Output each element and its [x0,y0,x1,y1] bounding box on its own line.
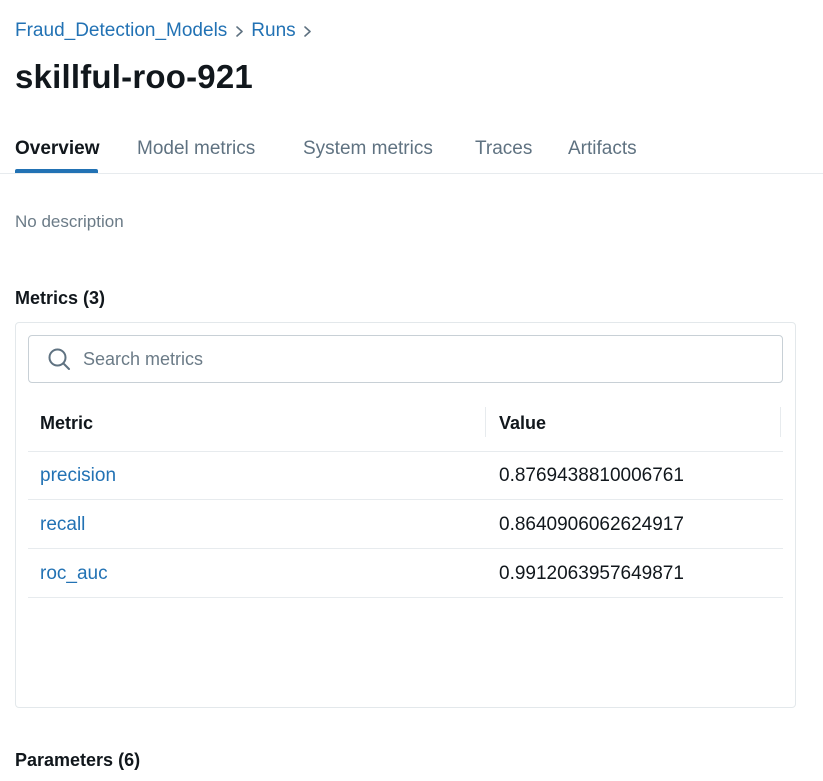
metric-value: 0.8640906062624917 [499,514,684,535]
tab-overview[interactable]: Overview [15,138,100,160]
metric-name-link[interactable]: roc_auc [40,563,108,585]
tab-system-metrics[interactable]: System metrics [303,138,433,160]
page-title: skillful-roo-921 [15,58,253,95]
tab-traces[interactable]: Traces [475,138,532,160]
metrics-table-header: Metric Value [28,407,783,452]
table-row: roc_auc 0.9912063957649871 [28,549,783,598]
metric-name-link[interactable]: recall [40,514,85,536]
metric-name-link[interactable]: precision [40,465,116,487]
metrics-heading: Metrics (3) [15,288,106,308]
column-resize-handle[interactable] [485,407,486,437]
table-row: precision 0.8769438810006761 [28,451,783,500]
metrics-search-input[interactable] [83,346,763,372]
active-tab-indicator [15,169,98,173]
run-tabs: Overview Model metrics System metrics Tr… [0,132,823,174]
chevron-right-icon [227,25,251,37]
chevron-right-icon [296,25,320,37]
run-description[interactable]: No description [15,212,124,232]
breadcrumb-runs-link[interactable]: Runs [251,20,295,42]
metrics-card: Metric Value precision 0.876943881000676… [15,322,796,708]
column-header-value[interactable]: Value [499,413,546,434]
parameters-heading: Parameters (6) [15,750,141,770]
breadcrumb-experiment-link[interactable]: Fraud_Detection_Models [15,20,227,42]
search-icon [47,347,71,371]
metrics-search-box[interactable] [28,335,783,383]
breadcrumb: Fraud_Detection_Models Runs [15,20,320,42]
table-row: recall 0.8640906062624917 [28,500,783,549]
tab-artifacts[interactable]: Artifacts [568,138,637,160]
tab-model-metrics[interactable]: Model metrics [137,138,255,160]
column-resize-handle[interactable] [780,407,781,437]
column-header-metric[interactable]: Metric [40,413,93,434]
metric-value: 0.9912063957649871 [499,563,684,584]
metric-value: 0.8769438810006761 [499,465,684,486]
